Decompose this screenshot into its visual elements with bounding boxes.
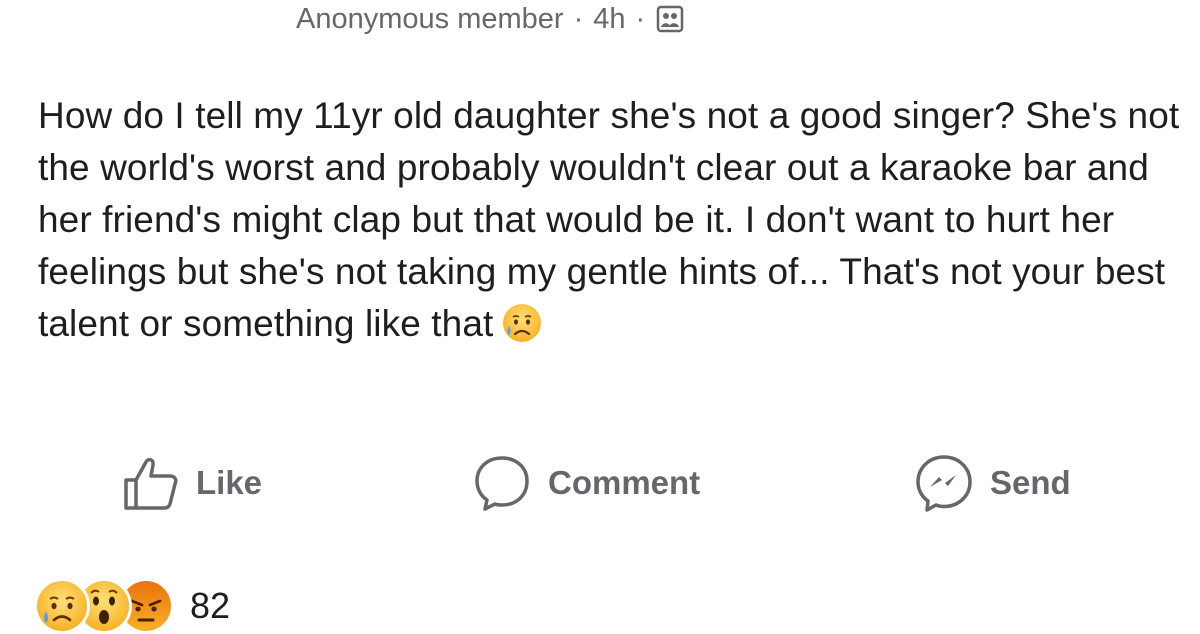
like-label: Like — [196, 464, 263, 501]
meta-separator: · — [635, 2, 646, 35]
author-name[interactable]: Anonymous member — [296, 3, 564, 36]
send-label: Send — [990, 464, 1071, 501]
comment-bubble-icon — [475, 456, 529, 511]
post-time[interactable]: 4h — [593, 3, 625, 36]
send-button[interactable]: Send — [914, 450, 1071, 516]
post-actions-bar: Like Comment Send — [0, 450, 1200, 516]
like-button[interactable]: Like — [122, 450, 262, 516]
meta-separator: · — [573, 2, 584, 35]
comment-label: Comment — [548, 464, 701, 501]
post-meta: Anonymous member · 4h · — [296, 0, 685, 38]
messenger-icon — [916, 455, 972, 512]
post-body: How do I tell my 11yr old daughter she's… — [38, 90, 1188, 350]
group-photo-icon — [655, 4, 685, 34]
post-text: How do I tell my 11yr old daughter she's… — [38, 95, 1180, 344]
thumbs-up-icon — [124, 457, 178, 510]
reaction-count: 82 — [190, 585, 231, 626]
sad-reaction-icon — [34, 578, 90, 634]
sad-tear-emoji-icon — [501, 302, 543, 344]
reactions-summary[interactable]: 82 — [34, 578, 230, 634]
comment-button[interactable]: Comment — [472, 450, 700, 516]
